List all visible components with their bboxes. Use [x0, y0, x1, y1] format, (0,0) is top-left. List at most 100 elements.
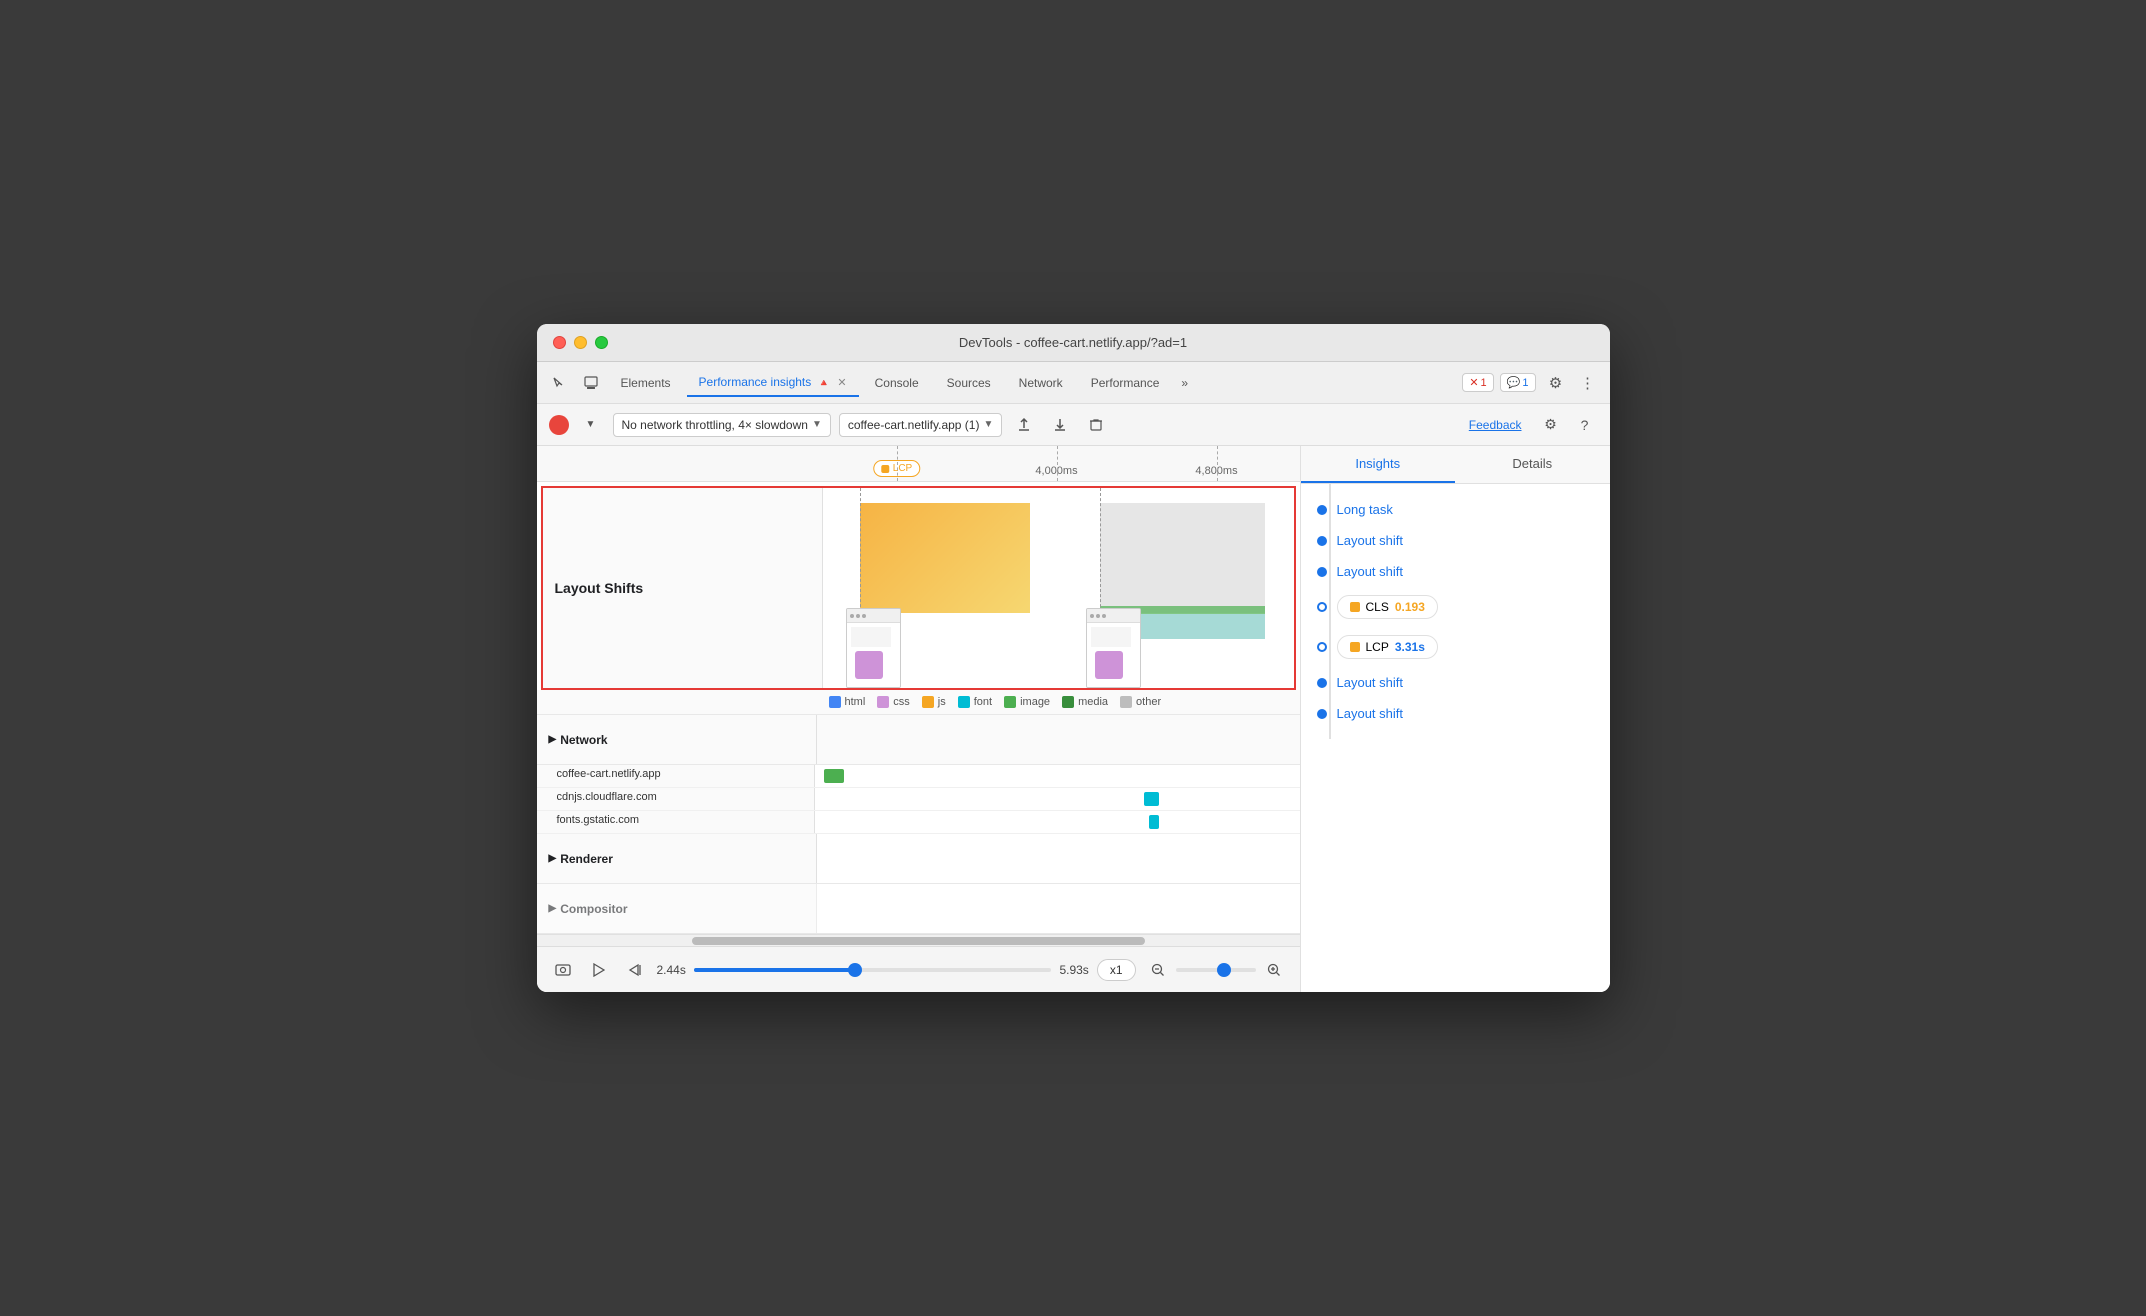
slider-fill — [694, 968, 855, 972]
thumb-1-body — [847, 623, 900, 687]
titlebar: DevTools - coffee-cart.netlify.app/?ad=1 — [537, 324, 1610, 362]
dashed-line-2 — [1057, 446, 1058, 481]
skip-to-start-button[interactable] — [621, 956, 649, 984]
compositor-expand-icon[interactable]: ▶ — [549, 903, 557, 914]
network-row-3: fonts.gstatic.com — [537, 811, 1300, 834]
tab-close-icon[interactable]: ✕ — [837, 377, 846, 389]
settings-icon[interactable]: ⚙ — [1542, 369, 1570, 397]
legend-js-color — [922, 696, 934, 708]
long-task-link[interactable]: Long task — [1337, 502, 1393, 517]
tab-console[interactable]: Console — [863, 370, 931, 396]
network-track-header: ▶ Network — [537, 715, 1300, 765]
zoom-slider[interactable] — [1176, 968, 1256, 972]
legend-image: image — [1004, 696, 1050, 708]
lcp-badge-label: LCP — [1366, 640, 1389, 654]
legend-media: media — [1062, 696, 1108, 708]
cursor-icon[interactable] — [545, 369, 573, 397]
network-row-2-content — [815, 788, 1300, 810]
legend-css: css — [877, 696, 910, 708]
legend-font: font — [958, 696, 992, 708]
zoom-controls — [1144, 956, 1288, 984]
bottom-controls: 2.44s 5.93s x1 — [537, 946, 1300, 992]
network-row-2-label: cdnjs.cloudflare.com — [537, 788, 815, 810]
settings2-icon[interactable]: ⚙ — [1538, 412, 1564, 438]
screenshot-toggle-icon[interactable] — [549, 956, 577, 984]
thumb-2-body — [1087, 623, 1140, 687]
legend-image-color — [1004, 696, 1016, 708]
zoom-thumb[interactable] — [1217, 963, 1231, 977]
net-bar-3 — [1149, 815, 1159, 829]
tab-performance-insights[interactable]: Performance insights 🔺 ✕ — [687, 369, 859, 397]
minimize-button[interactable] — [574, 336, 587, 349]
zoom-in-icon[interactable] — [1260, 956, 1288, 984]
renderer-track: ▶ Renderer — [537, 834, 1300, 884]
rail-item-layout-shift-1: Layout shift — [1317, 525, 1594, 556]
legend-font-color — [958, 696, 970, 708]
legend-js: js — [922, 696, 946, 708]
tab-details[interactable]: Details — [1455, 446, 1610, 483]
renderer-expand-icon[interactable]: ▶ — [549, 853, 557, 864]
playback-speed-badge[interactable]: x1 — [1097, 959, 1136, 981]
compositor-track: ▶ Compositor — [537, 884, 1300, 934]
playback-slider[interactable] — [694, 968, 1052, 972]
scrollbar-area[interactable] — [537, 934, 1300, 946]
compositor-label: ▶ Compositor — [537, 884, 817, 933]
timeline-area: 3,200ms 4,000ms 4,800ms LCP — [537, 446, 1300, 992]
record-dropdown-icon[interactable]: ▼ — [577, 411, 605, 439]
scrollbar-thumb[interactable] — [692, 937, 1145, 945]
more-options-icon[interactable]: ⋮ — [1574, 369, 1602, 397]
layout-shift-link-1[interactable]: Layout shift — [1337, 533, 1404, 548]
more-tabs-button[interactable]: » — [1175, 372, 1194, 394]
zoom-out-icon[interactable] — [1144, 956, 1172, 984]
network-label: ▶ Network — [537, 715, 817, 764]
layout-shift-link-4[interactable]: Layout shift — [1337, 706, 1404, 721]
thumb-1-top — [847, 609, 900, 623]
delete-icon[interactable] — [1082, 411, 1110, 439]
lcp-badge-panel: LCP 3.31s — [1337, 635, 1438, 659]
time-end-label: 5.93s — [1059, 963, 1088, 977]
thumb-2-top — [1087, 609, 1140, 623]
record-button[interactable] — [549, 415, 569, 435]
close-button[interactable] — [553, 336, 566, 349]
tab-network[interactable]: Network — [1007, 370, 1075, 396]
comment-badge: 💬 1 — [1500, 373, 1536, 392]
url-dropdown[interactable]: coffee-cart.netlify.app (1) ▼ — [839, 413, 1003, 437]
inspect-icon[interactable] — [577, 369, 605, 397]
renderer-content — [817, 834, 1300, 883]
tabs-toolbar: Elements Performance insights 🔺 ✕ Consol… — [537, 362, 1610, 404]
tab-insights[interactable]: Insights — [1301, 446, 1456, 483]
help-icon[interactable]: ? — [1572, 412, 1598, 438]
screenshot-thumb-2 — [1086, 608, 1141, 688]
tab-performance[interactable]: Performance — [1079, 370, 1172, 396]
tab-elements[interactable]: Elements — [609, 370, 683, 396]
layout-shifts-content — [823, 488, 1294, 688]
network-row-1-label: coffee-cart.netlify.app — [537, 765, 815, 787]
panel-content: Long task Layout shift Layout shift — [1301, 484, 1610, 992]
network-row-1: coffee-cart.netlify.app — [537, 765, 1300, 788]
main-content: 3,200ms 4,000ms 4,800ms LCP — [537, 446, 1610, 992]
feedback-link[interactable]: Feedback — [1469, 418, 1522, 432]
download-icon[interactable] — [1046, 411, 1074, 439]
throttle-dropdown[interactable]: No network throttling, 4× slowdown ▼ — [613, 413, 831, 437]
network-row-3-label: fonts.gstatic.com — [537, 811, 815, 833]
throttle-arrow-icon: ▼ — [812, 419, 822, 430]
time-ruler: 3,200ms 4,000ms 4,800ms LCP — [537, 446, 1300, 482]
orange-block — [860, 503, 1030, 613]
product-thumb-1 — [855, 651, 883, 679]
layout-shift-link-2[interactable]: Layout shift — [1337, 564, 1404, 579]
play-button[interactable] — [585, 956, 613, 984]
upload-icon[interactable] — [1010, 411, 1038, 439]
network-expand-icon[interactable]: ▶ — [549, 734, 557, 745]
tab-sources[interactable]: Sources — [935, 370, 1003, 396]
network-row-3-content — [815, 811, 1300, 833]
layout-shift-link-3[interactable]: Layout shift — [1337, 675, 1404, 690]
network-header-content — [817, 715, 1300, 764]
screenshot-thumb-1 — [846, 608, 901, 688]
maximize-button[interactable] — [595, 336, 608, 349]
rail-dot-2 — [1317, 536, 1327, 546]
img-placeholder-1 — [851, 627, 891, 647]
cls-badge: CLS 0.193 — [1337, 595, 1438, 619]
slider-thumb[interactable] — [848, 963, 862, 977]
legend-other-color — [1120, 696, 1132, 708]
network-row-1-content — [815, 765, 1300, 787]
